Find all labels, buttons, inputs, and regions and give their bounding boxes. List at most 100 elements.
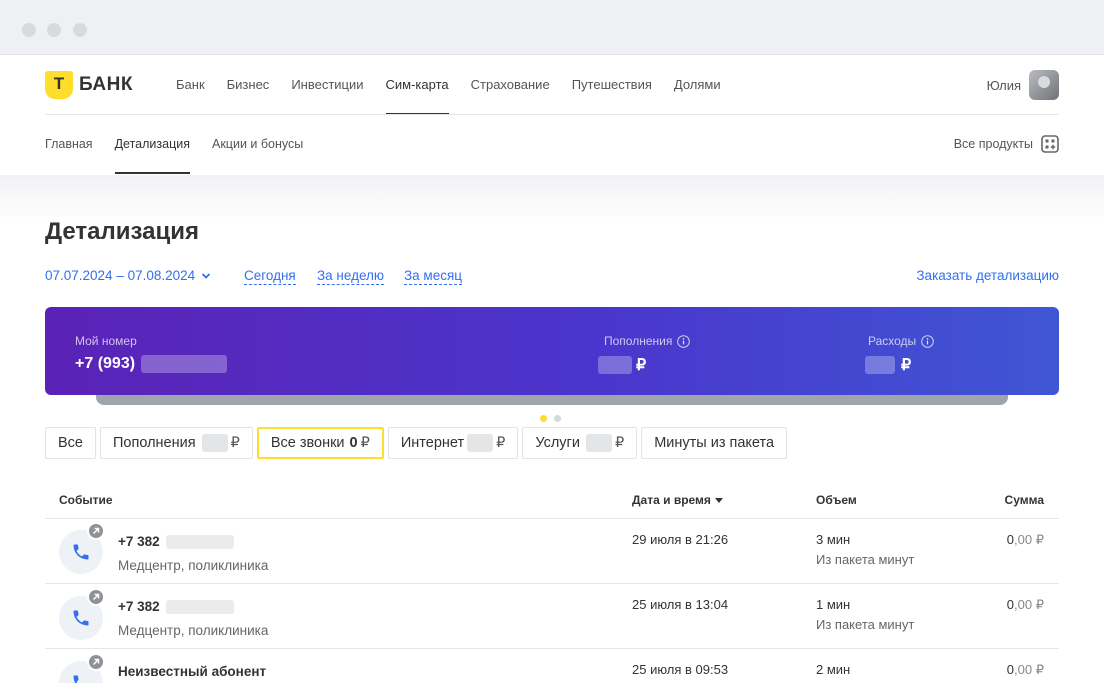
masked-amount (467, 434, 494, 452)
expenses-label-text: Расходы (868, 334, 917, 348)
filter-all-calls[interactable]: Все звонки 0 ₽ (256, 427, 384, 459)
sum-int: 0 (1006, 597, 1015, 612)
filter-label: Минуты из пакета (654, 435, 775, 451)
row-divider (45, 583, 1059, 584)
event-volume-note: Из пакета минут (816, 617, 915, 632)
sum-int: 0 (1006, 532, 1015, 547)
arrow-up-right-icon (92, 527, 100, 535)
table-divider (45, 518, 1059, 519)
column-header-label: Дата и время (632, 493, 711, 507)
arrow-up-right-icon (92, 593, 100, 601)
filter-topups[interactable]: Пополнения ₽ (100, 427, 253, 459)
period-week-link[interactable]: За неделю (317, 268, 385, 285)
nav-item-installments[interactable]: Долями (674, 55, 721, 115)
pager-dot[interactable] (554, 415, 561, 422)
expenses-value: ₽ (865, 355, 911, 375)
chevron-down-icon (202, 272, 211, 279)
grid-plus-icon (1041, 135, 1059, 153)
nav-item-bank[interactable]: Банк (176, 55, 205, 115)
event-date: 25 июля в 13:04 (632, 597, 729, 612)
masked-number (165, 534, 234, 549)
tab-home[interactable]: Главная (45, 115, 93, 174)
topups-label-text: Пополнения (604, 334, 673, 348)
filter-label: Все (58, 435, 83, 451)
masked-amount (585, 434, 612, 452)
expenses-label: Расходы (868, 334, 934, 348)
column-header-event: Событие (59, 493, 113, 507)
event-title[interactable]: Неизвестный абонент (118, 664, 266, 679)
event-volume: 2 мин (816, 662, 851, 677)
browser-chrome (0, 0, 1104, 55)
window-close-dot[interactable] (22, 23, 36, 37)
filter-label: Пополнения (113, 435, 196, 451)
column-header-sum: Сумма (1004, 493, 1044, 507)
window-maximize-dot[interactable] (73, 23, 87, 37)
my-number-value: +7 (993) (75, 355, 228, 373)
arrow-up-right-icon (92, 658, 100, 666)
nav-item-investments[interactable]: Инвестиции (291, 55, 363, 115)
currency-sign: ₽ (614, 435, 625, 451)
currency-sign: ₽ (230, 435, 240, 451)
event-title[interactable]: +7 382 (118, 534, 234, 549)
info-icon[interactable] (921, 334, 934, 348)
period-dropdown[interactable]: 07.07.2024 – 07.08.2024 (45, 268, 211, 283)
outgoing-badge (87, 653, 105, 671)
event-volume: 3 мин (816, 532, 851, 547)
period-today-link[interactable]: Сегодня (244, 268, 296, 285)
filter-all[interactable]: Все (45, 427, 96, 459)
logo-shield-icon (45, 71, 73, 99)
nav-item-travel[interactable]: Путешествия (572, 55, 652, 115)
top-navigation: БАНК Банк Бизнес Инвестиции Сим-карта Ст… (0, 55, 1104, 115)
user-menu[interactable]: Юлия (987, 70, 1059, 100)
my-number-label: Мой номер (75, 334, 137, 348)
sum-dec: ,00 ₽ (1014, 662, 1044, 677)
call-icon (59, 522, 105, 574)
event-date: 25 июля в 09:53 (632, 662, 729, 677)
filter-internet[interactable]: Интернет ₽ (387, 427, 519, 459)
row-divider (45, 648, 1059, 649)
event-sum: 0,00 ₽ (1007, 532, 1044, 548)
topups-value: ₽ (598, 355, 646, 375)
masked-number (141, 355, 228, 373)
sum-dec: ,00 ₽ (1014, 597, 1044, 612)
pager-dot-active[interactable] (540, 415, 547, 422)
account-summary-card[interactable]: Мой номер +7 (993) Пополнения ₽ Расходы … (45, 307, 1059, 395)
event-volume-note: Из пакета минут (816, 552, 915, 567)
nav-item-insurance[interactable]: Страхование (471, 55, 550, 115)
sort-desc-icon (714, 497, 723, 503)
outgoing-badge (87, 522, 105, 540)
period-month-link[interactable]: За месяц (404, 268, 462, 285)
info-icon[interactable] (677, 334, 691, 348)
event-title[interactable]: +7 382 (118, 599, 234, 614)
filter-label: Услуги (535, 435, 580, 451)
tab-details[interactable]: Детализация (114, 115, 191, 174)
phone-prefix: +7 (993) (75, 355, 136, 372)
nav-item-sim-card[interactable]: Сим-карта (385, 55, 449, 115)
event-caller: Неизвестный абонент (118, 664, 267, 679)
phone-icon (73, 544, 89, 560)
event-phone: +7 382 (118, 534, 160, 549)
carousel-pager (540, 415, 568, 422)
event-date: 29 июля в 21:26 (632, 532, 729, 547)
filter-services[interactable]: Услуги ₽ (522, 427, 638, 459)
phone-icon (73, 675, 79, 683)
currency-sign: ₽ (901, 357, 912, 374)
all-products-label: Все продукты (953, 137, 1033, 151)
main-nav: Банк Бизнес Инвестиции Сим-карта Страхов… (176, 55, 743, 115)
event-phone: +7 382 (118, 599, 160, 614)
all-products-button[interactable]: Все продукты (954, 135, 1059, 153)
sum-dec: ,00 ₽ (1014, 532, 1044, 547)
filter-package-minutes[interactable]: Минуты из пакета (641, 427, 788, 459)
nav-item-business[interactable]: Бизнес (227, 55, 270, 115)
window-minimize-dot[interactable] (47, 23, 61, 37)
column-header-datetime[interactable]: Дата и время (632, 493, 723, 507)
sum-int: 0 (1006, 662, 1015, 677)
event-sum: 0,00 ₽ (1007, 662, 1044, 678)
currency-sign: ₽ (496, 435, 506, 451)
tab-promotions[interactable]: Акции и бонусы (212, 115, 303, 174)
avatar[interactable] (1029, 70, 1059, 100)
logo-text: БАНК (79, 74, 133, 95)
outgoing-badge (87, 588, 105, 606)
order-details-link[interactable]: Заказать детализацию (916, 268, 1059, 283)
bank-logo[interactable]: БАНК (45, 71, 133, 99)
